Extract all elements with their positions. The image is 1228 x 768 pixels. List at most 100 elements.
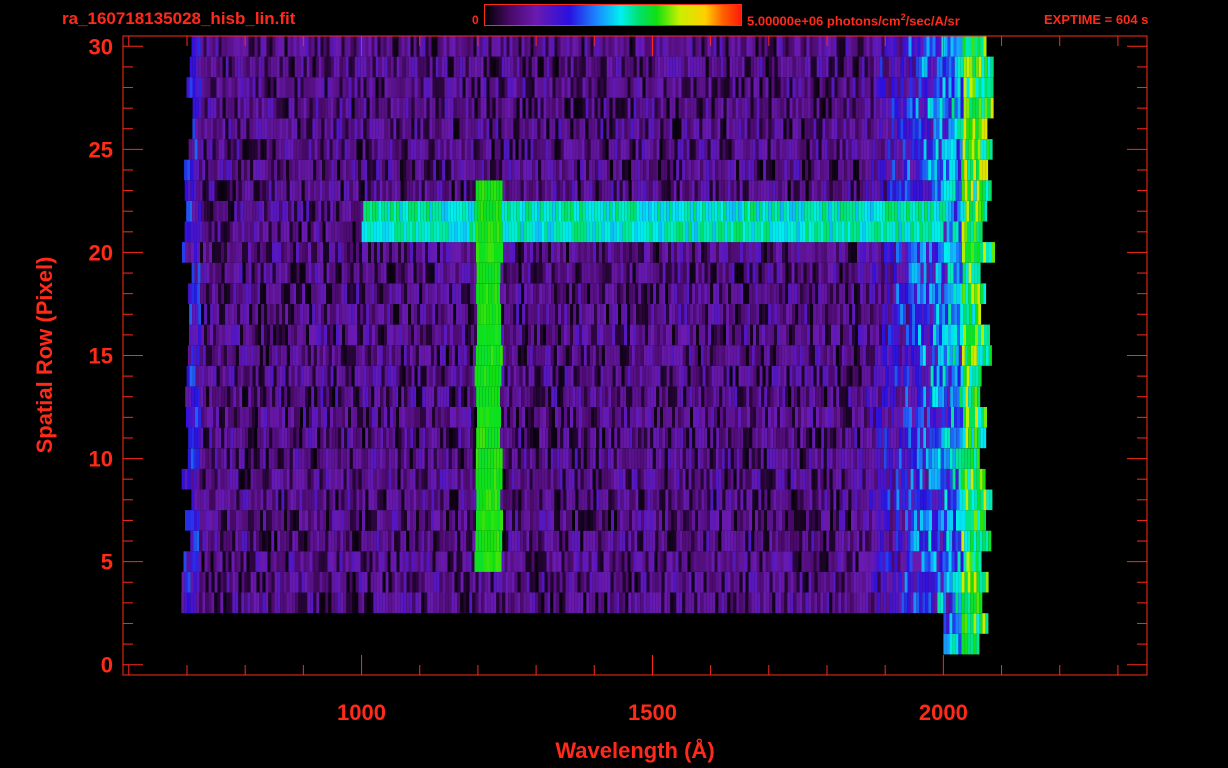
heatmap-cell bbox=[490, 221, 494, 243]
heatmap-cell bbox=[466, 345, 470, 366]
heatmap-cell bbox=[322, 221, 326, 243]
heatmap-cell bbox=[911, 427, 915, 449]
heatmap-cell bbox=[570, 324, 573, 346]
heatmap-cell bbox=[274, 221, 278, 243]
heatmap-cell bbox=[601, 345, 605, 366]
heatmap-cell bbox=[467, 386, 471, 407]
heatmap-cell bbox=[377, 510, 380, 531]
heatmap-cell bbox=[897, 324, 900, 346]
heatmap-cell bbox=[619, 345, 623, 366]
heatmap-cell bbox=[317, 242, 320, 263]
heatmap-cell bbox=[868, 345, 872, 366]
heatmap-cell bbox=[234, 551, 238, 572]
heatmap-cell bbox=[801, 324, 804, 346]
heatmap-cell bbox=[507, 304, 511, 325]
heatmap-cell bbox=[315, 324, 318, 346]
heatmap-cell bbox=[242, 262, 246, 284]
heatmap-cell bbox=[267, 551, 271, 572]
heatmap-cell bbox=[580, 345, 584, 366]
heatmap-cell bbox=[898, 345, 902, 366]
heatmap-cell bbox=[742, 448, 746, 469]
heatmap-cell bbox=[916, 571, 920, 593]
heatmap-cell bbox=[485, 427, 489, 449]
heatmap-cell bbox=[972, 324, 975, 346]
heatmap-cell bbox=[410, 427, 414, 449]
heatmap-cell bbox=[404, 510, 407, 531]
heatmap-cell bbox=[193, 448, 197, 469]
heatmap-cell bbox=[470, 242, 473, 263]
heatmap-cell bbox=[478, 530, 482, 552]
heatmap-cell bbox=[397, 468, 401, 490]
heatmap-cell bbox=[876, 551, 880, 572]
heatmap-cell bbox=[578, 489, 582, 511]
heatmap-cell bbox=[508, 571, 512, 593]
heatmap-cell bbox=[646, 468, 650, 490]
heatmap-cell bbox=[243, 324, 246, 346]
heatmap-cell bbox=[930, 324, 933, 346]
heatmap-cell bbox=[739, 571, 743, 593]
heatmap-cell bbox=[507, 324, 510, 346]
heatmap-cell bbox=[276, 407, 279, 428]
heatmap-cell bbox=[844, 592, 848, 614]
heatmap-cell bbox=[729, 407, 732, 428]
heatmap-cell bbox=[680, 242, 683, 263]
heatmap-cell bbox=[402, 407, 405, 428]
heatmap-cell bbox=[973, 571, 977, 593]
heatmap-cell bbox=[897, 551, 901, 572]
heatmap-cell bbox=[720, 324, 723, 346]
heatmap-cell bbox=[649, 571, 653, 593]
heatmap-cell bbox=[627, 324, 630, 346]
heatmap-cell bbox=[415, 221, 419, 243]
heatmap-cell bbox=[727, 571, 731, 593]
heatmap-cell bbox=[918, 407, 921, 428]
heatmap-cell bbox=[419, 386, 423, 407]
heatmap-cell bbox=[459, 551, 463, 572]
heatmap-cell bbox=[452, 427, 456, 449]
heatmap-cell bbox=[956, 427, 960, 449]
heatmap-cell bbox=[342, 304, 346, 325]
heatmap-cell bbox=[431, 386, 435, 407]
heatmap-cell bbox=[906, 365, 910, 387]
heatmap-cell bbox=[341, 242, 344, 263]
heatmap-cell bbox=[853, 592, 857, 614]
heatmap-cell bbox=[672, 304, 676, 325]
heatmap-cell bbox=[890, 262, 894, 284]
heatmap-cell bbox=[226, 221, 230, 243]
heatmap-cell bbox=[722, 489, 726, 511]
heatmap-cell bbox=[446, 427, 450, 449]
heatmap-cell bbox=[412, 571, 416, 593]
heatmap-cell bbox=[268, 221, 272, 243]
heatmap-cell bbox=[957, 365, 961, 387]
heatmap-cell bbox=[328, 448, 332, 469]
heatmap-cell bbox=[639, 324, 642, 346]
heatmap-cell bbox=[381, 551, 385, 572]
heatmap-cell bbox=[419, 427, 423, 449]
heatmap-cell bbox=[550, 530, 554, 552]
heatmap-cell bbox=[485, 242, 488, 263]
heatmap-cell bbox=[728, 489, 732, 511]
heatmap-cell bbox=[678, 407, 681, 428]
heatmap-cell bbox=[308, 262, 312, 284]
heatmap-cell bbox=[693, 407, 696, 428]
heatmap-cell bbox=[844, 448, 848, 469]
heatmap-cell bbox=[698, 242, 701, 263]
heatmap-cell bbox=[406, 468, 410, 490]
heatmap-cell bbox=[653, 386, 657, 407]
heatmap-cell bbox=[922, 468, 926, 490]
heatmap-cell bbox=[889, 592, 893, 614]
heatmap-cell bbox=[245, 427, 249, 449]
heatmap-cell bbox=[600, 365, 604, 387]
heatmap-cell bbox=[965, 386, 969, 407]
heatmap-cell bbox=[781, 530, 785, 552]
heatmap-cell bbox=[313, 221, 317, 243]
heatmap-cell bbox=[912, 551, 916, 572]
heatmap-cell bbox=[759, 304, 763, 325]
heatmap-cell bbox=[708, 551, 712, 572]
heatmap-cell bbox=[486, 365, 490, 387]
heatmap-cell bbox=[673, 530, 677, 552]
heatmap-cell bbox=[292, 345, 296, 366]
heatmap-cell bbox=[787, 448, 791, 469]
heatmap-cell bbox=[614, 510, 617, 531]
heatmap-cell bbox=[221, 427, 225, 449]
heatmap-cell bbox=[632, 427, 636, 449]
